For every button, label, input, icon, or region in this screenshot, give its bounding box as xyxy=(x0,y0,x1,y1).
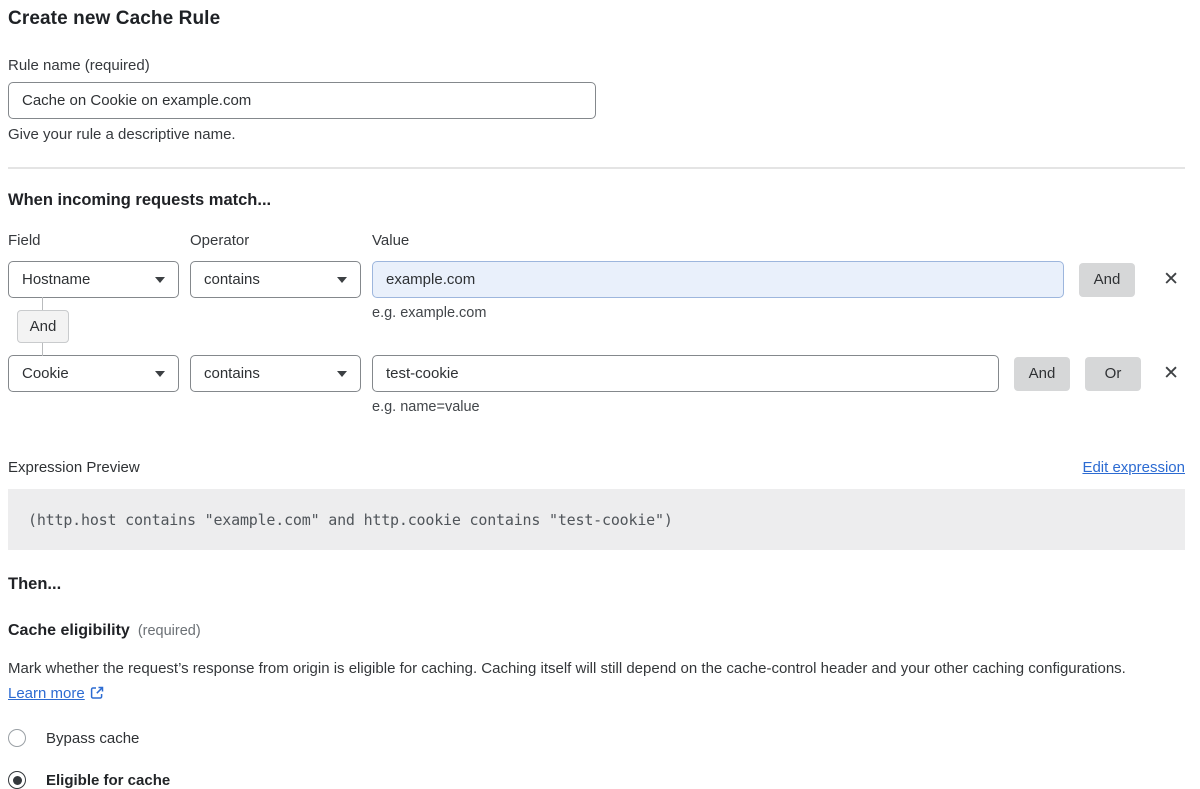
add-or-condition-button-2[interactable]: Or xyxy=(1085,357,1141,391)
operator-select-1-value: contains xyxy=(204,271,260,288)
radio-label-bypass: Bypass cache xyxy=(46,730,139,747)
field-select-1[interactable]: Hostname xyxy=(8,261,179,298)
expression-code: (http.host contains "example.com" and ht… xyxy=(28,511,673,529)
value-input-1[interactable] xyxy=(372,261,1064,298)
field-column-label: Field xyxy=(8,232,190,249)
edit-expression-link[interactable]: Edit expression xyxy=(1082,459,1185,476)
create-cache-rule-page: Create new Cache Rule Rule name (require… xyxy=(0,0,1200,789)
operator-column-label: Operator xyxy=(190,232,372,249)
page-title: Create new Cache Rule xyxy=(8,8,1185,30)
connector-and-chip[interactable]: And xyxy=(17,310,69,343)
section-divider xyxy=(8,167,1185,169)
radio-option-bypass-cache[interactable]: Bypass cache xyxy=(8,729,1185,747)
field-select-1-value: Hostname xyxy=(22,271,90,288)
operator-select-2-value: contains xyxy=(204,365,260,382)
operator-select-1[interactable]: contains xyxy=(190,261,361,298)
condition-row-1: Hostname contains And ✕ xyxy=(8,261,1185,298)
remove-condition-button-1[interactable]: ✕ xyxy=(1161,268,1181,291)
radio-option-eligible-for-cache[interactable]: Eligible for cache xyxy=(8,771,1185,789)
description-text: Mark whether the request’s response from… xyxy=(8,660,1126,677)
chevron-down-icon xyxy=(337,277,347,283)
add-and-condition-button-1[interactable]: And xyxy=(1079,263,1135,297)
close-icon: ✕ xyxy=(1163,363,1179,384)
value-hint-1: e.g. example.com xyxy=(372,305,486,321)
cache-eligibility-title: Cache eligibility xyxy=(8,622,130,640)
value-column-label: Value xyxy=(372,232,1185,249)
operator-select-2[interactable]: contains xyxy=(190,355,361,392)
condition-row-2: Cookie contains And Or ✕ xyxy=(8,355,1185,392)
expression-preview-header: Expression Preview Edit expression xyxy=(8,459,1185,476)
condition-connector-area: And e.g. example.com xyxy=(8,298,1185,355)
expression-code-block: (http.host contains "example.com" and ht… xyxy=(8,489,1185,550)
add-and-condition-button-2[interactable]: And xyxy=(1014,357,1070,391)
radio-unselected-icon[interactable] xyxy=(8,729,26,747)
expression-preview-label: Expression Preview xyxy=(8,459,140,476)
condition-column-labels: Field Operator Value xyxy=(8,232,1185,249)
learn-more-link[interactable]: Learn more xyxy=(8,685,85,702)
rule-name-input[interactable] xyxy=(8,82,596,119)
close-icon: ✕ xyxy=(1163,269,1179,290)
chevron-down-icon xyxy=(337,371,347,377)
cache-eligibility-description: Mark whether the request’s response from… xyxy=(8,656,1158,706)
then-heading: Then... xyxy=(8,575,1185,594)
cache-eligibility-title-row: Cache eligibility (required) xyxy=(8,622,1185,640)
external-link-icon xyxy=(90,686,104,700)
remove-condition-button-2[interactable]: ✕ xyxy=(1161,362,1181,385)
rule-name-label: Rule name (required) xyxy=(8,57,1185,74)
rule-name-help: Give your rule a descriptive name. xyxy=(8,126,1185,143)
radio-dot xyxy=(13,776,22,785)
field-select-2-value: Cookie xyxy=(22,365,69,382)
required-badge: (required) xyxy=(138,623,201,639)
radio-selected-icon[interactable] xyxy=(8,771,26,789)
value-hint-2: e.g. name=value xyxy=(372,399,1185,415)
match-heading: When incoming requests match... xyxy=(8,191,1185,210)
field-select-2[interactable]: Cookie xyxy=(8,355,179,392)
chevron-down-icon xyxy=(155,371,165,377)
chevron-down-icon xyxy=(155,277,165,283)
value-input-2[interactable] xyxy=(372,355,999,392)
radio-label-eligible: Eligible for cache xyxy=(46,772,170,789)
